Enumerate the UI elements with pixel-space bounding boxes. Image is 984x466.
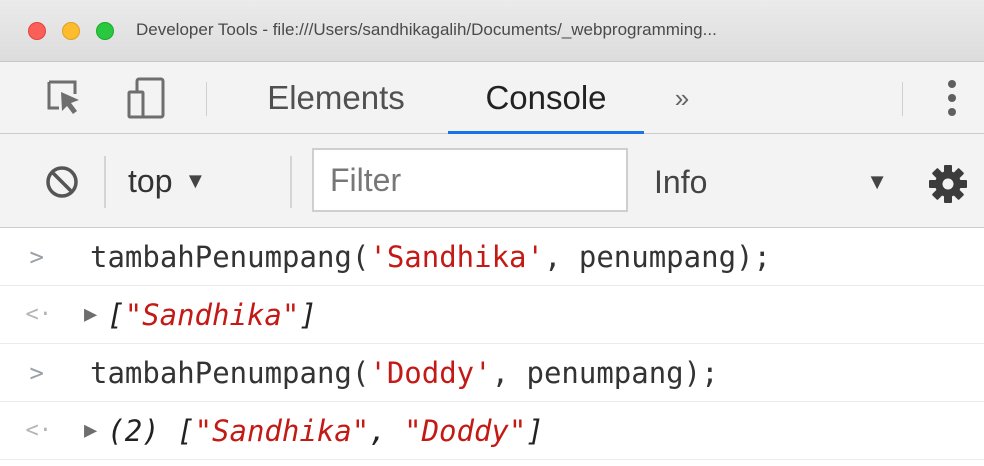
console-messages: > tambahPenumpang('Sandhika', penumpang)… [0,228,984,466]
array-close-bracket: ] [526,413,544,448]
gear-icon [929,165,967,203]
code-rest: , penumpang); [491,355,719,390]
window-minimize-button[interactable] [62,22,80,40]
devtools-menu-button[interactable] [932,74,972,122]
array-item: "Sandhika" [194,413,370,448]
clear-console-button[interactable] [40,160,84,204]
window-close-button[interactable] [28,22,46,40]
expand-triangle-icon[interactable]: ▶ [84,302,97,327]
tab-elements[interactable]: Elements [238,62,434,134]
code-function: tambahPenumpang( [90,239,370,274]
window-title: Developer Tools - file:///Users/sandhika… [136,20,717,39]
log-level-select[interactable]: Info ▼ [654,158,894,206]
more-tabs-button[interactable]: » [660,62,704,134]
input-prompt-icon: > [29,358,44,387]
toolbar-separator [290,156,292,208]
window-maximize-button[interactable] [96,22,114,40]
array-separator: , [369,413,405,448]
execution-context-value: top [128,162,173,199]
log-level-value: Info [654,163,708,200]
execution-context-select[interactable]: top ▼ [128,158,206,204]
window-titlebar: Developer Tools - file:///Users/sandhika… [0,0,984,62]
inspect-element-button[interactable] [40,76,90,120]
console-input-row: > tambahPenumpang('Sandhika', penumpang)… [0,228,984,286]
array-open-bracket: [ [107,297,125,332]
code-function: tambahPenumpang( [90,355,370,390]
kebab-menu-icon [948,80,956,116]
console-result-row[interactable]: <· ▶ (2) ["Sandhika", "Doddy"] [0,402,984,460]
device-toolbar-icon [127,77,165,119]
array-length: (2) [107,413,160,448]
device-toolbar-button[interactable] [122,74,172,122]
array-result[interactable]: (2) ["Sandhika", "Doddy"] [107,414,544,448]
array-item: "Doddy" [404,413,527,448]
console-toolbar: top ▼ Info ▼ [0,134,984,228]
array-open-bracket: [ [177,413,195,448]
code-string-arg: 'Doddy' [369,355,492,390]
tab-separator [902,82,903,116]
inspect-element-icon [47,80,79,114]
input-prompt-icon: > [29,242,44,271]
tab-separator [206,82,207,116]
result-prompt-icon: <· [25,302,53,327]
console-input-row: > tambahPenumpang('Doddy', penumpang); [0,344,984,402]
tab-console[interactable]: Console [448,62,644,134]
devtools-tabbar: Elements Console » [0,62,984,134]
toolbar-separator [104,156,106,208]
expand-triangle-icon[interactable]: ▶ [84,418,97,443]
dropdown-arrow-icon: ▼ [184,168,207,193]
array-result[interactable]: ["Sandhika"] [107,298,317,332]
dropdown-arrow-icon: ▼ [866,169,888,194]
result-prompt-icon: <· [25,418,53,443]
console-settings-button[interactable] [922,158,974,210]
console-result-row[interactable]: <· ▶ ["Sandhika"] [0,286,984,344]
array-item: "Sandhika" [124,297,300,332]
array-close-bracket: ] [299,297,317,332]
filter-input[interactable] [312,148,628,212]
code-rest: , penumpang); [543,239,771,274]
clear-console-icon [46,166,78,198]
code-string-arg: 'Sandhika' [369,239,544,274]
